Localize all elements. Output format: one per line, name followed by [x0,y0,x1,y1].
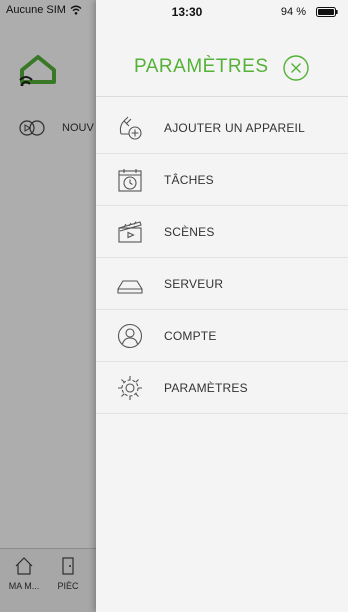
status-time: 13:30 [171,5,203,19]
battery-percent: 94 % [280,6,306,18]
clapperboard-icon [118,221,142,243]
calendar-clock-icon [118,169,142,192]
wifi-icon [70,5,82,15]
menu-label-settings: PARAMÈTRES [164,381,248,395]
menu-item-tasks[interactable]: TÂCHES [96,154,348,206]
menu-item-scenes[interactable]: SCÈNES [96,206,348,258]
gear-icon [118,376,142,400]
menu-label-tasks: TÂCHES [164,173,214,187]
add-device-icon [119,116,142,140]
carrier-status: Aucune SIM [6,4,82,16]
settings-menu: AJOUTER UN APPAREIL TÂCHES SCÈNES SERVEU… [96,102,348,414]
status-bar: 13:30 94 % [96,0,348,22]
menu-item-settings[interactable]: PARAMÈTRES [96,362,348,414]
carrier-label: Aucune SIM [6,4,66,16]
screen: Aucune SIM NOUV MA M... PIÈC 13:30 94 % … [0,0,348,612]
drawer-header: PARAMÈTRES [96,40,348,97]
menu-item-add-device[interactable]: AJOUTER UN APPAREIL [96,102,348,154]
account-icon [117,323,143,349]
drawer-backdrop[interactable] [0,0,96,612]
menu-label-server: SERVEUR [164,277,224,291]
menu-label-account: COMPTE [164,329,217,343]
server-icon [117,280,143,294]
close-icon[interactable] [282,54,310,82]
drawer-title: PARAMÈTRES [134,56,269,77]
menu-item-account[interactable]: COMPTE [96,310,348,362]
menu-item-server[interactable]: SERVEUR [96,258,348,310]
menu-label-scenes: SCÈNES [164,225,215,239]
battery-icon [316,7,338,17]
menu-label-add-device: AJOUTER UN APPAREIL [164,121,305,135]
settings-drawer: 13:30 94 % PARAMÈTRES AJOUTER UN APPAREI… [96,0,348,612]
